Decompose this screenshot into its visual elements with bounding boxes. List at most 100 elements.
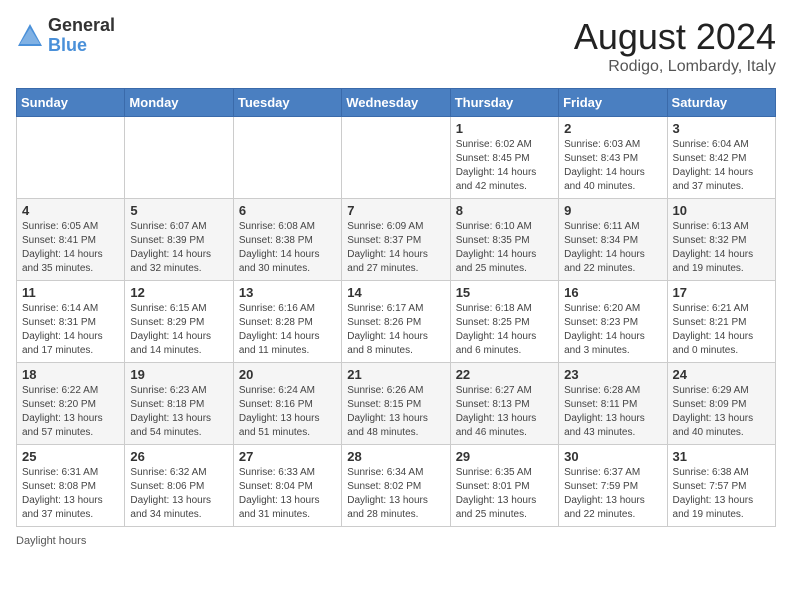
calendar-cell: 1 Sunrise: 6:02 AM Sunset: 8:45 PM Daylig… [450, 117, 558, 199]
day-number: 11 [22, 285, 119, 300]
day-info: Sunrise: 6:07 AM Sunset: 8:39 PM Dayligh… [130, 220, 227, 276]
calendar-cell: 10 Sunrise: 6:13 AM Sunset: 8:32 PM Dayli… [667, 199, 775, 281]
calendar-cell: 21 Sunrise: 6:26 AM Sunset: 8:15 PM Dayli… [342, 363, 450, 445]
logo-general-text: General [48, 16, 115, 36]
footer: Daylight hours [16, 535, 776, 547]
day-info: Sunrise: 6:11 AM Sunset: 8:34 PM Dayligh… [564, 220, 661, 276]
day-number: 23 [564, 367, 661, 382]
day-info: Sunrise: 6:37 AM Sunset: 7:59 PM Dayligh… [564, 466, 661, 522]
calendar-week-row: 1 Sunrise: 6:02 AM Sunset: 8:45 PM Daylig… [17, 117, 776, 199]
calendar-cell: 2 Sunrise: 6:03 AM Sunset: 8:43 PM Daylig… [559, 117, 667, 199]
weekday-header-row: SundayMondayTuesdayWednesdayThursdayFrid… [17, 89, 776, 117]
day-number: 16 [564, 285, 661, 300]
calendar-cell: 30 Sunrise: 6:37 AM Sunset: 7:59 PM Dayli… [559, 445, 667, 527]
weekday-header-thursday: Thursday [450, 89, 558, 117]
daylight-label: Daylight hours [16, 535, 86, 547]
day-number: 29 [456, 449, 553, 464]
day-info: Sunrise: 6:35 AM Sunset: 8:01 PM Dayligh… [456, 466, 553, 522]
calendar-cell: 25Sunrise: 6:31 AM Sunset: 8:08 PM Dayli… [17, 445, 125, 527]
calendar-cell: 3 Sunrise: 6:04 AM Sunset: 8:42 PM Daylig… [667, 117, 775, 199]
day-info: Sunrise: 6:08 AM Sunset: 8:38 PM Dayligh… [239, 220, 336, 276]
day-number: 13 [239, 285, 336, 300]
day-number: 30 [564, 449, 661, 464]
calendar-cell: 5 Sunrise: 6:07 AM Sunset: 8:39 PM Daylig… [125, 199, 233, 281]
calendar-cell: 14 Sunrise: 6:17 AM Sunset: 8:26 PM Dayli… [342, 281, 450, 363]
calendar-cell: 11 Sunrise: 6:14 AM Sunset: 8:31 PM Dayli… [17, 281, 125, 363]
day-number: 4 [22, 203, 119, 218]
day-number: 20 [239, 367, 336, 382]
weekday-header-wednesday: Wednesday [342, 89, 450, 117]
day-info: Sunrise: 6:38 AM Sunset: 7:57 PM Dayligh… [673, 466, 770, 522]
weekday-header-monday: Monday [125, 89, 233, 117]
month-year-title: August 2024 [574, 16, 776, 58]
calendar-cell: 26 Sunrise: 6:32 AM Sunset: 8:06 PM Dayli… [125, 445, 233, 527]
day-number: 19 [130, 367, 227, 382]
day-info: Sunrise: 6:26 AM Sunset: 8:15 PM Dayligh… [347, 384, 444, 440]
day-info: Sunrise: 6:33 AM Sunset: 8:04 PM Dayligh… [239, 466, 336, 522]
day-info: Sunrise: 6:16 AM Sunset: 8:28 PM Dayligh… [239, 302, 336, 358]
logo: General Blue [16, 16, 115, 56]
day-info: Sunrise: 6:13 AM Sunset: 8:32 PM Dayligh… [673, 220, 770, 276]
day-number: 10 [673, 203, 770, 218]
day-info: Sunrise: 6:18 AM Sunset: 8:25 PM Dayligh… [456, 302, 553, 358]
day-number: 12 [130, 285, 227, 300]
calendar-table: SundayMondayTuesdayWednesdayThursdayFrid… [16, 88, 776, 527]
day-number: 6 [239, 203, 336, 218]
calendar-cell [342, 117, 450, 199]
calendar-cell: 23 Sunrise: 6:28 AM Sunset: 8:11 PM Dayli… [559, 363, 667, 445]
calendar-cell: 29 Sunrise: 6:35 AM Sunset: 8:01 PM Dayli… [450, 445, 558, 527]
day-number: 18 [22, 367, 119, 382]
day-info: Sunrise: 6:17 AM Sunset: 8:26 PM Dayligh… [347, 302, 444, 358]
day-number: 26 [130, 449, 227, 464]
day-info: Sunrise: 6:28 AM Sunset: 8:11 PM Dayligh… [564, 384, 661, 440]
day-info: Sunrise: 6:03 AM Sunset: 8:43 PM Dayligh… [564, 138, 661, 194]
day-info: Sunrise: 6:20 AM Sunset: 8:23 PM Dayligh… [564, 302, 661, 358]
calendar-cell: 9Sunrise: 6:11 AM Sunset: 8:34 PM Daylig… [559, 199, 667, 281]
calendar-cell: 24 Sunrise: 6:29 AM Sunset: 8:09 PM Dayli… [667, 363, 775, 445]
day-number: 7 [347, 203, 444, 218]
calendar-cell: 27 Sunrise: 6:33 AM Sunset: 8:04 PM Dayli… [233, 445, 341, 527]
calendar-cell: 4Sunrise: 6:05 AM Sunset: 8:41 PM Daylig… [17, 199, 125, 281]
day-number: 1 [456, 121, 553, 136]
day-info: Sunrise: 6:04 AM Sunset: 8:42 PM Dayligh… [673, 138, 770, 194]
calendar-week-row: 4Sunrise: 6:05 AM Sunset: 8:41 PM Daylig… [17, 199, 776, 281]
day-number: 14 [347, 285, 444, 300]
day-number: 8 [456, 203, 553, 218]
calendar-cell [233, 117, 341, 199]
day-info: Sunrise: 6:10 AM Sunset: 8:35 PM Dayligh… [456, 220, 553, 276]
calendar-cell: 28Sunrise: 6:34 AM Sunset: 8:02 PM Dayli… [342, 445, 450, 527]
calendar-cell: 7Sunrise: 6:09 AM Sunset: 8:37 PM Daylig… [342, 199, 450, 281]
day-info: Sunrise: 6:23 AM Sunset: 8:18 PM Dayligh… [130, 384, 227, 440]
day-info: Sunrise: 6:02 AM Sunset: 8:45 PM Dayligh… [456, 138, 553, 194]
title-block: August 2024 Rodigo, Lombardy, Italy [574, 16, 776, 76]
weekday-header-sunday: Sunday [17, 89, 125, 117]
day-info: Sunrise: 6:32 AM Sunset: 8:06 PM Dayligh… [130, 466, 227, 522]
calendar-cell: 8 Sunrise: 6:10 AM Sunset: 8:35 PM Daylig… [450, 199, 558, 281]
day-number: 27 [239, 449, 336, 464]
calendar-cell: 22Sunrise: 6:27 AM Sunset: 8:13 PM Dayli… [450, 363, 558, 445]
location-subtitle: Rodigo, Lombardy, Italy [574, 58, 776, 76]
day-number: 5 [130, 203, 227, 218]
day-number: 2 [564, 121, 661, 136]
day-info: Sunrise: 6:29 AM Sunset: 8:09 PM Dayligh… [673, 384, 770, 440]
day-info: Sunrise: 6:14 AM Sunset: 8:31 PM Dayligh… [22, 302, 119, 358]
day-number: 17 [673, 285, 770, 300]
calendar-week-row: 18 Sunrise: 6:22 AM Sunset: 8:20 PM Dayli… [17, 363, 776, 445]
day-number: 3 [673, 121, 770, 136]
day-info: Sunrise: 6:24 AM Sunset: 8:16 PM Dayligh… [239, 384, 336, 440]
weekday-header-saturday: Saturday [667, 89, 775, 117]
logo-icon [16, 22, 44, 50]
day-info: Sunrise: 6:31 AM Sunset: 8:08 PM Dayligh… [22, 466, 119, 522]
weekday-header-friday: Friday [559, 89, 667, 117]
day-info: Sunrise: 6:15 AM Sunset: 8:29 PM Dayligh… [130, 302, 227, 358]
day-info: Sunrise: 6:22 AM Sunset: 8:20 PM Dayligh… [22, 384, 119, 440]
day-number: 24 [673, 367, 770, 382]
calendar-week-row: 25Sunrise: 6:31 AM Sunset: 8:08 PM Dayli… [17, 445, 776, 527]
day-number: 21 [347, 367, 444, 382]
calendar-cell: 6 Sunrise: 6:08 AM Sunset: 8:38 PM Daylig… [233, 199, 341, 281]
calendar-cell: 20 Sunrise: 6:24 AM Sunset: 8:16 PM Dayli… [233, 363, 341, 445]
calendar-week-row: 11 Sunrise: 6:14 AM Sunset: 8:31 PM Dayli… [17, 281, 776, 363]
day-number: 31 [673, 449, 770, 464]
calendar-cell: 17Sunrise: 6:21 AM Sunset: 8:21 PM Dayli… [667, 281, 775, 363]
calendar-cell: 15Sunrise: 6:18 AM Sunset: 8:25 PM Dayli… [450, 281, 558, 363]
